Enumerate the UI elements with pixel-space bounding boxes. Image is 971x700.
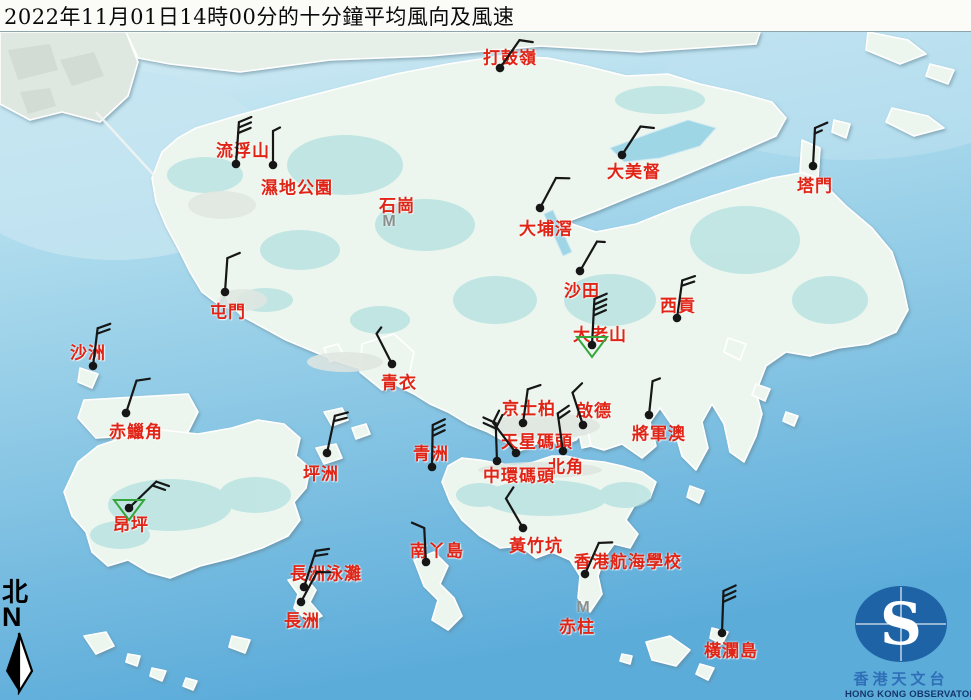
north-arrow-icon bbox=[2, 631, 36, 695]
hko-logo-monogram: S bbox=[880, 590, 922, 658]
wind-map-screenshot: 打鼓嶺流浮山濕地公園石崗M大埔滘大美督塔門沙田西貢大老山屯門沙洲赤鱲角青衣京士柏… bbox=[0, 0, 971, 700]
hko-logo-name-en: HONG KONG OBSERVATORY bbox=[845, 689, 957, 700]
hko-logo-icon: S bbox=[851, 584, 951, 666]
hong-kong-map bbox=[0, 0, 971, 700]
compass-north-en: N bbox=[2, 604, 22, 631]
north-compass: 北 N bbox=[2, 580, 42, 695]
hko-logo-name-zh: 香港天文台 bbox=[845, 668, 957, 689]
page-title: 2022年11月01日14時00分的十分鐘平均風向及風速 bbox=[0, 1, 514, 31]
hko-logo: S 香港天文台 HONG KONG OBSERVATORY bbox=[845, 584, 957, 700]
title-bar: 2022年11月01日14時00分的十分鐘平均風向及風速 bbox=[0, 0, 971, 32]
